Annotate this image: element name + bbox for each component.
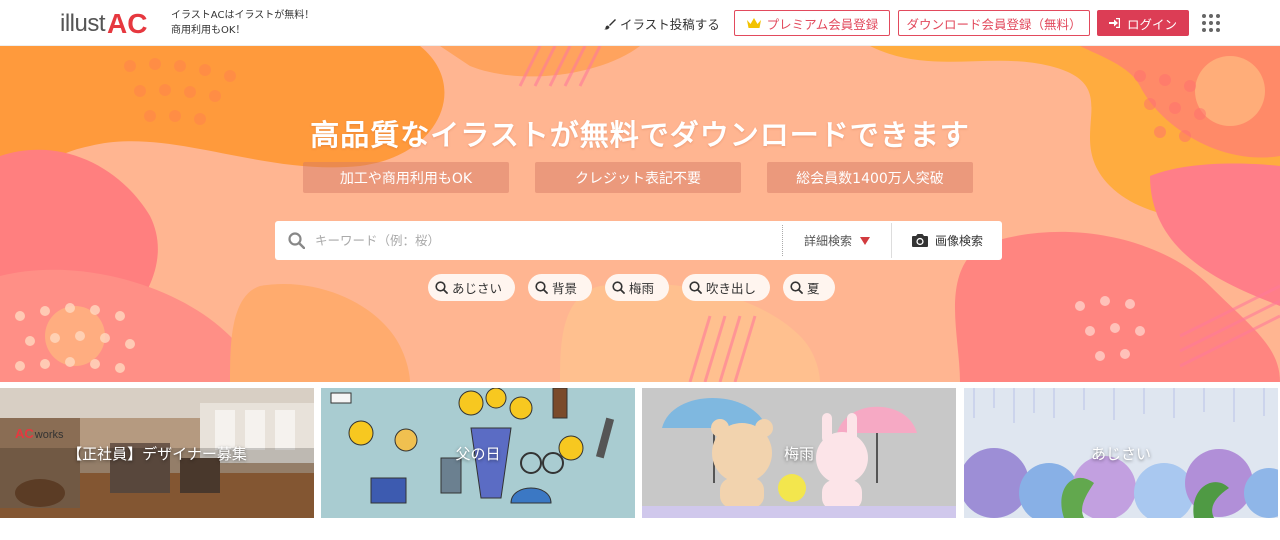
tile-label: あじさい xyxy=(1090,444,1151,463)
login-label: ログイン xyxy=(1126,16,1177,32)
illustac-logo[interactable]: illust AC xyxy=(60,9,147,39)
tile-designer-recruit[interactable]: AC works 【正社員】デザイナー募集 xyxy=(0,388,314,518)
tag-label: 梅雨 xyxy=(629,281,655,296)
search-icon xyxy=(689,281,702,294)
crown-icon xyxy=(746,18,761,28)
tag-hydrangea[interactable]: あじさい xyxy=(428,274,515,301)
feature-pill-commercial-use: 加工や商用利用もOK xyxy=(303,162,509,193)
tag-label: 夏 xyxy=(807,281,820,296)
tagline-line-1: イラストACはイラストが無料！ xyxy=(171,10,315,21)
free-signup-button[interactable]: ダウンロード会員登録（無料） xyxy=(898,10,1090,36)
search-icon xyxy=(790,281,803,294)
tile-label: 父の日 xyxy=(455,444,501,463)
site-header: illust AC イラストACはイラストが無料！ 商用利用もOK！ イラスト投… xyxy=(0,0,1280,46)
feature-pill-no-credit: クレジット表記不要 xyxy=(535,162,741,193)
premium-signup-button[interactable]: プレミアム会員登録 xyxy=(734,10,890,36)
camera-icon xyxy=(911,234,928,247)
hero-title: 高品質なイラストが無料でダウンロードできます xyxy=(310,118,970,152)
tile-rainy-season[interactable]: 梅雨 xyxy=(642,388,956,518)
detail-search-dropdown[interactable]: 詳細検索 xyxy=(783,221,891,260)
site-tagline: イラストACはイラストが無料！ 商用利用もOK！ xyxy=(171,8,314,38)
tag-rainy-season[interactable]: 梅雨 xyxy=(605,274,669,301)
tag-label: 背景 xyxy=(552,281,578,296)
sign-in-icon xyxy=(1108,18,1120,28)
search-icon xyxy=(435,281,448,294)
acworks-works-text: works xyxy=(34,429,64,441)
free-signup-label: ダウンロード会員登録（無料） xyxy=(906,16,1082,32)
tile-hydrangea[interactable]: あじさい xyxy=(964,388,1278,518)
tag-summer[interactable]: 夏 xyxy=(783,274,835,301)
search-icon[interactable] xyxy=(288,232,305,249)
acworks-badge: AC works xyxy=(15,426,64,441)
acworks-ac-text: AC xyxy=(15,426,34,441)
search-icon xyxy=(612,281,625,294)
tag-speech-bubble[interactable]: 吹き出し xyxy=(682,274,770,301)
tile-label: 梅雨 xyxy=(783,444,814,463)
tile-fathers-day[interactable]: 父の日 xyxy=(321,388,635,518)
logo-ac-text: AC xyxy=(107,8,148,39)
post-illustration-label: イラスト投稿する xyxy=(620,17,720,32)
grid-dots-icon[interactable] xyxy=(1202,14,1220,32)
tag-background[interactable]: 背景 xyxy=(528,274,592,301)
login-button[interactable]: ログイン xyxy=(1097,10,1189,36)
feature-pill-members: 総会員数1400万人突破 xyxy=(767,162,973,193)
logo-illust-text: illust xyxy=(60,10,106,37)
tagline-line-2: 商用利用もOK！ xyxy=(171,25,246,36)
tag-label: 吹き出し xyxy=(706,281,757,296)
tag-label: あじさい xyxy=(452,281,503,296)
keyword-search-input[interactable] xyxy=(315,227,775,253)
hero-background-art xyxy=(0,46,1280,382)
hero-banner: 高品質なイラストが無料でダウンロードできます 加工や商用利用もOK クレジット表… xyxy=(0,46,1280,382)
brush-icon xyxy=(604,18,616,29)
triangle-down-icon xyxy=(860,236,870,245)
image-search-button[interactable]: 画像検索 xyxy=(892,221,1002,260)
post-illustration-link[interactable]: イラスト投稿する xyxy=(604,14,720,33)
search-bar: 詳細検索 画像検索 xyxy=(275,221,1002,260)
image-search-label: 画像検索 xyxy=(934,234,983,248)
search-icon xyxy=(535,281,548,294)
tile-label: 【正社員】デザイナー募集 xyxy=(67,444,247,463)
detail-search-label: 詳細検索 xyxy=(803,234,852,248)
premium-signup-label: プレミアム会員登録 xyxy=(766,16,879,32)
